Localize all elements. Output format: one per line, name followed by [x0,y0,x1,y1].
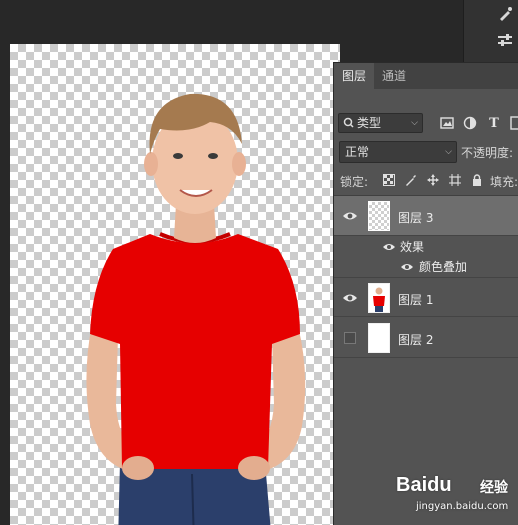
lock-position-move-icon[interactable] [426,173,440,187]
baidu-jingyan-watermark: Baidu 经验 jingyan.baidu.com [396,474,516,520]
layer-thumbnail [368,283,390,313]
effects-row[interactable]: 效果 [334,236,518,256]
filter-kind-label: 类型 [357,116,382,130]
chevron-down-icon: ⌵ [411,118,418,128]
adjustment-layer-filter-icon[interactable] [462,115,478,131]
visibility-eye-icon[interactable] [342,292,358,304]
layer-name[interactable]: 图层 1 [398,291,433,308]
search-icon [343,114,354,137]
effects-visibility-eye-icon[interactable] [382,241,396,251]
opacity-label: 不透明度: [461,146,514,160]
filter-row: 类型 ⌵ T [338,113,518,137]
blend-mode-value: 正常 [345,145,370,159]
pixel-layer-filter-icon[interactable] [439,115,455,131]
visibility-toggle-off[interactable] [344,332,356,344]
panel-tabs: 图层 通道 [334,63,518,89]
layers-panel: 图层 通道 类型 ⌵ T 正常 ⌵ 不透明度: 锁定: 填充: 图层 3 效果 … [333,62,518,525]
brush-settings-icon[interactable] [492,2,518,26]
layer-name[interactable]: 图层 3 [398,209,433,226]
type-layer-filter-icon[interactable]: T [486,115,502,131]
layer-name[interactable]: 图层 2 [398,331,433,348]
layer-row-2[interactable]: 图层 2 [334,318,518,358]
lock-transparent-pixels-icon[interactable] [382,173,396,187]
adjustments-sliders-icon[interactable] [492,28,518,52]
filter-kind-dropdown[interactable]: 类型 ⌵ [338,113,423,133]
lock-all-icon[interactable] [470,173,484,187]
fill-label: 填充: [490,175,518,189]
effect-item-label: 颜色叠加 [419,260,468,274]
lock-row: 锁定: 填充: [340,171,518,191]
lock-label: 锁定: [340,175,369,189]
canvas-document[interactable] [10,44,340,525]
watermark-suffix: 经验 [480,480,508,496]
effect-item-color-overlay[interactable]: 颜色叠加 [334,256,518,276]
layer-thumbnail [368,323,390,353]
visibility-eye-icon[interactable] [342,210,358,222]
layer-row-3[interactable]: 图层 3 [334,196,518,236]
shape-layer-filter-icon[interactable] [508,115,518,131]
layer-thumbnail [368,201,390,231]
tab-channels[interactable]: 通道 [374,63,414,89]
blend-mode-dropdown[interactable]: 正常 ⌵ [339,141,457,163]
lock-image-pixels-brush-icon[interactable] [404,173,418,187]
watermark-brand: Baidu [396,474,452,496]
layer-row-1[interactable]: 图层 1 [334,277,518,317]
watermark-url: jingyan.baidu.com [416,501,509,512]
color-overlay-visibility-eye-icon[interactable] [400,261,414,271]
tab-layers[interactable]: 图层 [334,63,375,89]
chevron-down-icon: ⌵ [445,147,452,157]
photo-boy-red-shirt [86,93,306,525]
tool-strip [463,0,518,62]
lock-artboard-icon[interactable] [448,173,462,187]
effects-label: 效果 [400,240,425,254]
